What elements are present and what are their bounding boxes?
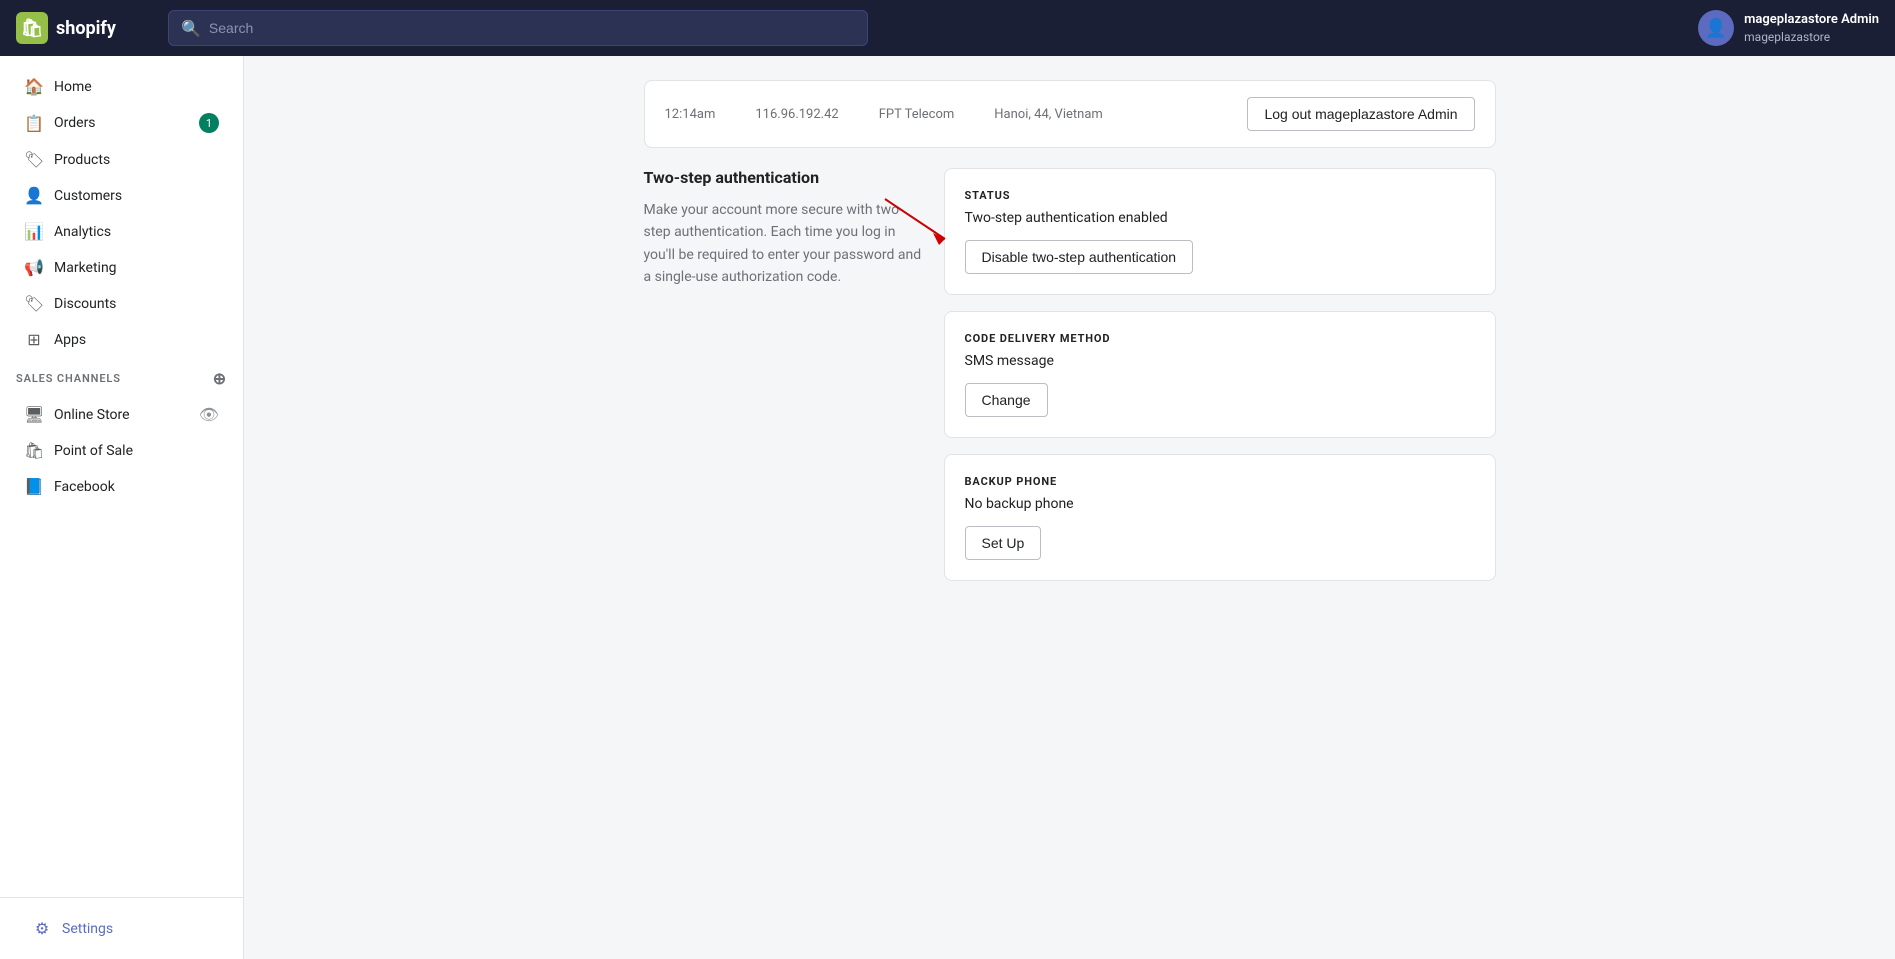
- discounts-icon: 🏷: [24, 294, 44, 313]
- sidebar-footer: ⚙ Settings: [0, 897, 243, 959]
- change-code-delivery-button[interactable]: Change: [965, 383, 1048, 417]
- apps-icon: ⊞: [24, 330, 44, 349]
- code-delivery-heading: CODE DELIVERY METHOD: [965, 332, 1475, 345]
- code-delivery-card: CODE DELIVERY METHOD SMS message Change: [944, 311, 1496, 438]
- cards-row: Two-step authentication Make your accoun…: [644, 168, 1496, 597]
- sales-channels-header: SALES CHANNELS ⊕: [0, 361, 243, 396]
- session-row: 12:14am 116.96.192.42 FPT Telecom Hanoi,…: [644, 80, 1496, 148]
- sidebar-item-customers[interactable]: 👤 Customers: [8, 178, 235, 213]
- sidebar-item-online-store[interactable]: 🖥 Online Store 👁: [8, 397, 235, 432]
- products-icon: 🏷: [24, 150, 44, 169]
- user-store: mageplazastore: [1744, 29, 1879, 46]
- add-sales-channel-icon[interactable]: ⊕: [213, 369, 227, 388]
- sidebar: 🏠 Home 📋 Orders 1 🏷 Products 👤 Customers…: [0, 56, 244, 959]
- status-card: STATUS Two-step authentication enabled D…: [944, 168, 1496, 295]
- sidebar-item-products[interactable]: 🏷 Products: [8, 142, 235, 177]
- session-isp: FPT Telecom: [879, 107, 955, 122]
- facebook-icon: 📘: [24, 477, 44, 496]
- logout-button[interactable]: Log out mageplazastore Admin: [1247, 97, 1474, 131]
- disable-two-step-button[interactable]: Disable two-step authentication: [965, 240, 1194, 274]
- analytics-icon: 📊: [24, 222, 44, 241]
- orders-badge: 1: [199, 113, 219, 133]
- session-info: 12:14am 116.96.192.42 FPT Telecom Hanoi,…: [665, 107, 1103, 122]
- sidebar-item-facebook[interactable]: 📘 Facebook: [8, 469, 235, 504]
- two-step-title: Two-step authentication: [644, 168, 924, 187]
- logo-icon: 🛍: [16, 12, 48, 44]
- orders-icon: 📋: [24, 114, 44, 133]
- code-delivery-method: SMS message: [965, 353, 1475, 369]
- sidebar-item-marketing[interactable]: 📢 Marketing: [8, 250, 235, 285]
- settings-icon: ⚙: [32, 919, 52, 938]
- avatar-icon: 👤: [1705, 18, 1727, 39]
- backup-phone-card: BACKUP PHONE No backup phone Set Up: [944, 454, 1496, 581]
- logo[interactable]: 🛍 shopify: [16, 12, 156, 44]
- status-text: Two-step authentication enabled: [965, 210, 1475, 226]
- setup-backup-button[interactable]: Set Up: [965, 526, 1042, 560]
- sidebar-nav: 🏠 Home 📋 Orders 1 🏷 Products 👤 Customers…: [0, 56, 243, 897]
- user-menu: 👤 mageplazastore Admin mageplazastore: [1698, 10, 1879, 46]
- customers-icon: 👤: [24, 186, 44, 205]
- search-input[interactable]: [209, 20, 855, 36]
- backup-phone-heading: BACKUP PHONE: [965, 475, 1475, 488]
- pos-icon: 🛍: [24, 441, 44, 460]
- session-time: 12:14am: [665, 107, 716, 122]
- user-name: mageplazastore Admin: [1744, 11, 1879, 29]
- sidebar-item-settings[interactable]: ⚙ Settings: [16, 911, 227, 946]
- home-icon: 🏠: [24, 77, 44, 96]
- session-ip: 116.96.192.42: [755, 107, 838, 122]
- sidebar-item-point-of-sale[interactable]: 🛍 Point of Sale: [8, 433, 235, 468]
- sidebar-item-orders[interactable]: 📋 Orders 1: [8, 105, 235, 141]
- main-content: 12:14am 116.96.192.42 FPT Telecom Hanoi,…: [244, 56, 1895, 959]
- search-icon: 🔍: [181, 19, 201, 38]
- online-store-icon: 🖥: [24, 405, 44, 424]
- right-section: STATUS Two-step authentication enabled D…: [944, 168, 1496, 597]
- top-navigation: 🛍 shopify 🔍 👤 mageplazastore Admin magep…: [0, 0, 1895, 56]
- sidebar-item-analytics[interactable]: 📊 Analytics: [8, 214, 235, 249]
- sidebar-item-home[interactable]: 🏠 Home: [8, 69, 235, 104]
- red-arrow-annotation: [875, 189, 955, 249]
- sidebar-item-discounts[interactable]: 🏷 Discounts: [8, 286, 235, 321]
- marketing-icon: 📢: [24, 258, 44, 277]
- eye-icon[interactable]: 👁: [199, 405, 219, 424]
- session-location: Hanoi, 44, Vietnam: [994, 107, 1103, 122]
- avatar[interactable]: 👤: [1698, 10, 1734, 46]
- user-info: mageplazastore Admin mageplazastore: [1744, 11, 1879, 46]
- search-bar: 🔍: [168, 10, 868, 46]
- backup-phone-text: No backup phone: [965, 496, 1475, 512]
- sidebar-item-apps[interactable]: ⊞ Apps: [8, 322, 235, 357]
- status-heading: STATUS: [965, 189, 1475, 202]
